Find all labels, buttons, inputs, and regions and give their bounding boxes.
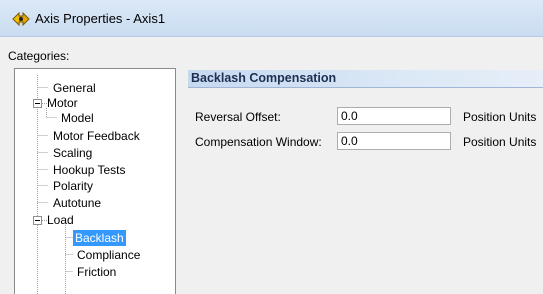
tree-item-backlash[interactable]: Backlash	[73, 230, 126, 246]
categories-tree[interactable]: General Motor Model Motor Feedback Scali…	[14, 68, 176, 294]
load-collapse-icon[interactable]	[33, 216, 42, 225]
window-title: Axis Properties - Axis1	[35, 11, 166, 26]
tree-item-friction[interactable]: Friction	[75, 264, 118, 280]
motor-collapse-icon[interactable]	[33, 99, 42, 108]
tree-item-model[interactable]: Model	[59, 110, 96, 126]
compensation-window-label: Compensation Window:	[195, 135, 322, 149]
tree-item-motor-feedback[interactable]: Motor Feedback	[51, 128, 142, 144]
tree-item-load[interactable]: Load	[45, 212, 76, 228]
tree-item-general[interactable]: General	[51, 80, 98, 96]
title-bar[interactable]: Axis Properties - Axis1	[0, 0, 543, 37]
section-header: Backlash Compensation	[188, 70, 543, 88]
reversal-offset-label: Reversal Offset:	[195, 110, 281, 124]
tree-item-hookup-tests[interactable]: Hookup Tests	[51, 162, 128, 178]
tree-item-motor[interactable]: Motor	[45, 95, 80, 111]
reversal-offset-units: Position Units	[463, 110, 537, 124]
compensation-window-input[interactable]	[337, 132, 451, 150]
tree-item-autotune[interactable]: Autotune	[51, 195, 103, 211]
axis-properties-window: Axis Properties - Axis1 Categories: Gene…	[0, 0, 543, 294]
reversal-offset-input[interactable]	[337, 107, 451, 125]
tree-item-polarity[interactable]: Polarity	[51, 178, 95, 194]
axis-icon	[11, 10, 31, 28]
compensation-window-units: Position Units	[463, 135, 537, 149]
tree-item-scaling[interactable]: Scaling	[51, 145, 94, 161]
section-title: Backlash Compensation	[191, 71, 337, 85]
categories-label: Categories:	[8, 49, 70, 63]
tree-item-compliance[interactable]: Compliance	[75, 247, 142, 263]
